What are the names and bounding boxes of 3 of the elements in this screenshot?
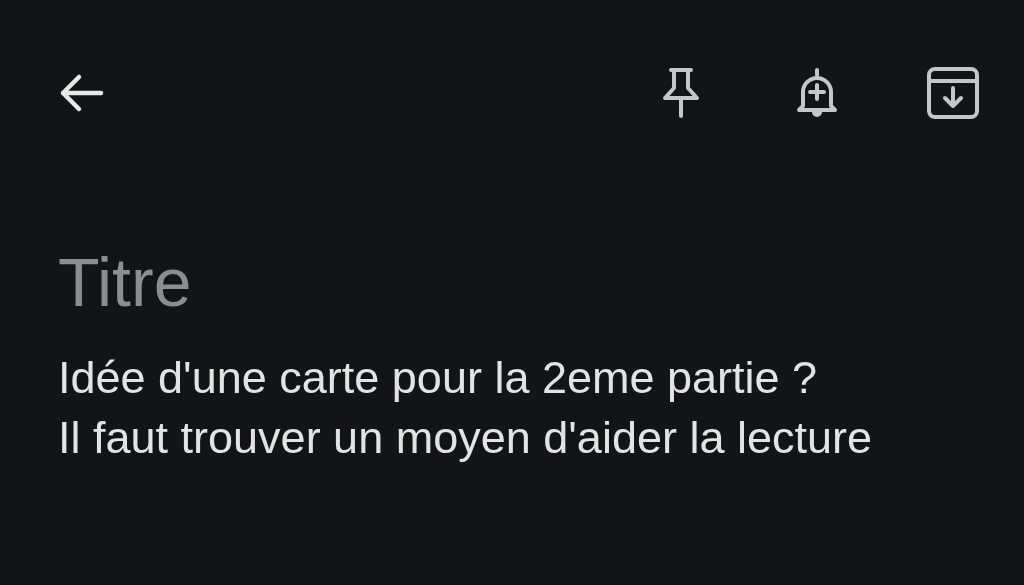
archive-icon bbox=[926, 65, 980, 120]
note-text: Idée d'une carte pour la 2eme partie ? Il faut trouver un moyen d'aider la lecture bbox=[58, 351, 873, 465]
title-field[interactable]: Titre bbox=[58, 240, 658, 324]
